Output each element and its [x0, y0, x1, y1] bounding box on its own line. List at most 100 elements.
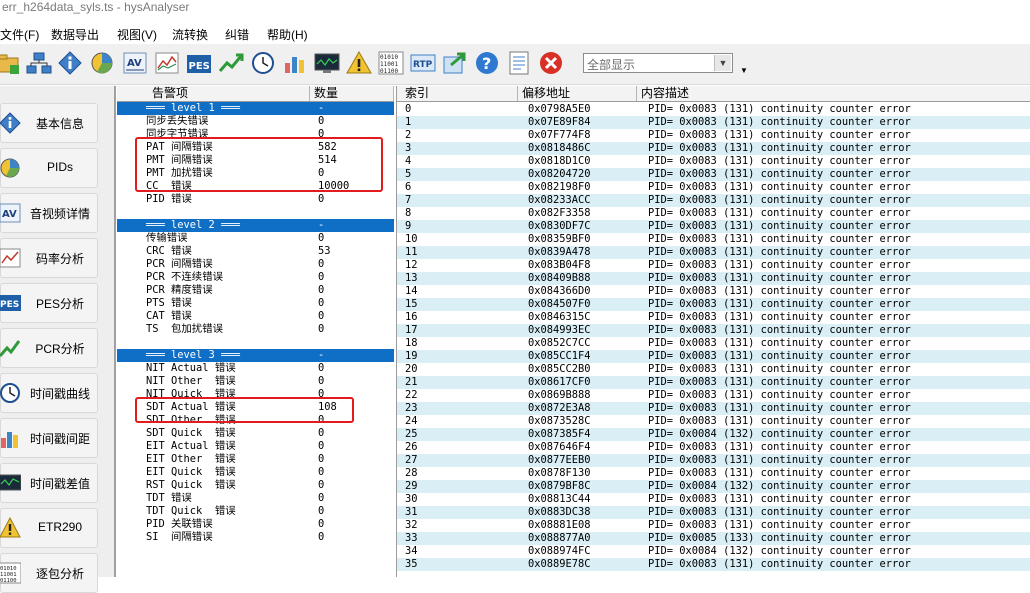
table-row[interactable]: 34 0x088974FC PID= 0x0084 (132) continuity… — [397, 545, 1030, 558]
open-file-button[interactable] — [0, 49, 22, 77]
alarm-row[interactable]: PID 错误 0 — [117, 193, 394, 206]
alarm-row[interactable] — [117, 336, 394, 349]
table-row[interactable]: 32 0x08881E08 PID= 0x0083 (131) continuity… — [397, 519, 1030, 532]
pcr-trend-button[interactable] — [217, 49, 245, 77]
alarm-row[interactable]: EIT Actual 错误 0 — [117, 440, 394, 453]
clock-button[interactable] — [249, 49, 277, 77]
alarm-row[interactable]: RST Quick 错误 0 — [117, 479, 394, 492]
sidebar-item-bitrate[interactable]: 码率分析 — [0, 238, 98, 278]
table-row[interactable]: 23 0x0872E3A8 PID= 0x0083 (131) continuity… — [397, 402, 1030, 415]
close-button[interactable] — [537, 49, 565, 77]
table-row[interactable]: 9 0x0830DF7C PID= 0x0083 (131) continuity … — [397, 220, 1030, 233]
alarm-row[interactable]: 传输错误 0 — [117, 232, 394, 245]
info-button[interactable] — [56, 49, 84, 77]
sidebar-item-packet-analysis[interactable]: 01010 11001 01100 逐包分析 — [0, 553, 98, 593]
network-button[interactable] — [25, 49, 53, 77]
alarm-level-header[interactable]: ═══ level 3 ═══ - — [117, 349, 394, 362]
export-button[interactable] — [441, 49, 469, 77]
alarm-row[interactable] — [117, 206, 394, 219]
column-header-alarm-item[interactable]: 告警项 — [117, 86, 310, 101]
table-row[interactable]: 10 0x08359BF0 PID= 0x0083 (131) continuity… — [397, 233, 1030, 246]
monitor-button[interactable] — [313, 49, 341, 77]
table-row[interactable]: 16 0x0846315C PID= 0x0083 (131) continuity… — [397, 311, 1030, 324]
sidebar-item-pids[interactable]: PIDs — [0, 148, 98, 188]
alarm-row[interactable]: CAT 错误 0 — [117, 310, 394, 323]
menu-file[interactable]: 文件(F) — [0, 26, 39, 43]
table-row[interactable]: 20 0x085CC2B0 PID= 0x0083 (131) continuity… — [397, 363, 1030, 376]
alarm-row[interactable]: CRC 错误 53 — [117, 245, 394, 258]
alarm-row[interactable]: PTS 错误 0 — [117, 297, 394, 310]
pes-button[interactable]: PES — [185, 49, 213, 77]
table-row[interactable]: 27 0x0877EEB0 PID= 0x0083 (131) continuity… — [397, 454, 1030, 467]
notes-button[interactable] — [505, 49, 533, 77]
sidebar-item-timestamp-curve[interactable]: 时间戳曲线 — [0, 373, 98, 413]
table-row[interactable]: 11 0x0839A478 PID= 0x0083 (131) continuity… — [397, 246, 1030, 259]
sidebar-item-etr290[interactable]: ETR290 — [0, 508, 98, 548]
table-row[interactable]: 33 0x088877A0 PID= 0x0085 (133) continuity… — [397, 532, 1030, 545]
alarm-row[interactable]: EIT Quick 错误 0 — [117, 466, 394, 479]
table-row[interactable]: 3 0x0818486C PID= 0x0083 (131) continuity … — [397, 142, 1030, 155]
sidebar-item-pcr[interactable]: PCR分析 — [0, 328, 98, 368]
chevron-down-icon[interactable]: ▼ — [714, 55, 731, 71]
menu-error-correct[interactable]: 纠错 — [225, 26, 249, 43]
binary-button[interactable]: 01010 11001 01100 — [377, 49, 405, 77]
table-row[interactable]: 12 0x083B04F8 PID= 0x0083 (131) continuity… — [397, 259, 1030, 272]
table-row[interactable]: 0 0x0798A5E0 PID= 0x0083 (131) continuity … — [397, 103, 1030, 116]
table-row[interactable]: 22 0x0869B888 PID= 0x0083 (131) continuity… — [397, 389, 1030, 402]
alarm-row[interactable]: PCR 不连续错误 0 — [117, 271, 394, 284]
table-row[interactable]: 7 0x08233ACC PID= 0x0083 (131) continuity … — [397, 194, 1030, 207]
menu-stream-convert[interactable]: 流转换 — [172, 26, 208, 43]
sidebar-item-timestamp-interval[interactable]: 时间戳间距 — [0, 418, 98, 458]
alarm-row[interactable]: SDT Quick 错误 0 — [117, 427, 394, 440]
table-row[interactable]: 25 0x087385F4 PID= 0x0084 (132) continuity… — [397, 428, 1030, 441]
warning-button[interactable] — [345, 49, 373, 77]
table-row[interactable]: 21 0x08617CF0 PID= 0x0083 (131) continuity… — [397, 376, 1030, 389]
pie-chart-button[interactable] — [88, 49, 116, 77]
display-filter-select[interactable]: 全部显示 ▼ — [583, 53, 733, 73]
alarm-row[interactable]: TDT Quick 错误 0 — [117, 505, 394, 518]
column-header-offset[interactable]: 偏移地址 — [518, 86, 637, 101]
alarm-row[interactable]: PCR 精度错误 0 — [117, 284, 394, 297]
sidebar-item-timestamp-diff[interactable]: 时间戳差值 — [0, 463, 98, 503]
column-header-index[interactable]: 索引 — [397, 86, 518, 101]
alarm-row[interactable]: PID 关联错误 0 — [117, 518, 394, 531]
table-row[interactable]: 19 0x085CC1F4 PID= 0x0083 (131) continuity… — [397, 350, 1030, 363]
menu-view[interactable]: 视图(V) — [117, 26, 157, 43]
column-header-description[interactable]: 内容描述 — [637, 86, 1030, 101]
toolbar-overflow-icon[interactable]: ▼ — [740, 66, 748, 75]
table-row[interactable]: 6 0x082198F0 PID= 0x0083 (131) continuity … — [397, 181, 1030, 194]
table-row[interactable]: 15 0x084507F0 PID= 0x0083 (131) continuity… — [397, 298, 1030, 311]
table-row[interactable]: 1 0x07E89F84 PID= 0x0083 (131) continuity … — [397, 116, 1030, 129]
table-row[interactable]: 2 0x07F774F8 PID= 0x0083 (131) continuity … — [397, 129, 1030, 142]
sidebar-item-av-details[interactable]: AV 音视频详情 — [0, 193, 98, 233]
table-row[interactable]: 24 0x0873528C PID= 0x0083 (131) continuity… — [397, 415, 1030, 428]
table-row[interactable]: 30 0x08813C44 PID= 0x0083 (131) continuity… — [397, 493, 1030, 506]
alarm-row[interactable]: SI 间隔错误 0 — [117, 531, 394, 544]
alarm-row[interactable]: NIT Other 错误 0 — [117, 375, 394, 388]
table-row[interactable]: 35 0x0889E78C PID= 0x0083 (131) continuity… — [397, 558, 1030, 571]
table-row[interactable]: 8 0x082F3358 PID= 0x0083 (131) continuity … — [397, 207, 1030, 220]
table-row[interactable]: 18 0x0852C7CC PID= 0x0083 (131) continuity… — [397, 337, 1030, 350]
menu-help[interactable]: 帮助(H) — [267, 26, 308, 43]
table-row[interactable]: 14 0x084366D0 PID= 0x0083 (131) continuity… — [397, 285, 1030, 298]
sidebar-item-basic-info[interactable]: 基本信息 — [0, 103, 98, 143]
alarm-level-header[interactable]: ═══ level 2 ═══ - — [117, 219, 394, 232]
alarm-row[interactable]: NIT Actual 错误 0 — [117, 362, 394, 375]
sidebar-item-pes[interactable]: PES PES分析 — [0, 283, 98, 323]
alarm-row[interactable]: EIT Other 错误 0 — [117, 453, 394, 466]
table-row[interactable]: 13 0x08409B88 PID= 0x0083 (131) continuity… — [397, 272, 1030, 285]
table-row[interactable]: 31 0x0883DC38 PID= 0x0083 (131) continuity… — [397, 506, 1030, 519]
table-row[interactable]: 17 0x084993EC PID= 0x0083 (131) continuity… — [397, 324, 1030, 337]
alarm-row[interactable]: 同步丢失错误 0 — [117, 115, 394, 128]
table-row[interactable]: 4 0x0818D1C0 PID= 0x0083 (131) continuity … — [397, 155, 1030, 168]
rtp-button[interactable]: RTP — [409, 49, 437, 77]
table-row[interactable]: 28 0x0878F130 PID= 0x0083 (131) continuity… — [397, 467, 1030, 480]
bar-chart-button[interactable] — [281, 49, 309, 77]
table-row[interactable]: 26 0x087646F4 PID= 0x0083 (131) continuity… — [397, 441, 1030, 454]
column-header-count[interactable]: 数量 — [310, 86, 394, 101]
help-button[interactable]: ? — [473, 49, 501, 77]
line-chart-button[interactable] — [153, 49, 181, 77]
alarm-row[interactable]: TDT 错误 0 — [117, 492, 394, 505]
menu-data-export[interactable]: 数据导出 — [51, 26, 99, 43]
alarm-row[interactable]: TS 包加扰错误 0 — [117, 323, 394, 336]
